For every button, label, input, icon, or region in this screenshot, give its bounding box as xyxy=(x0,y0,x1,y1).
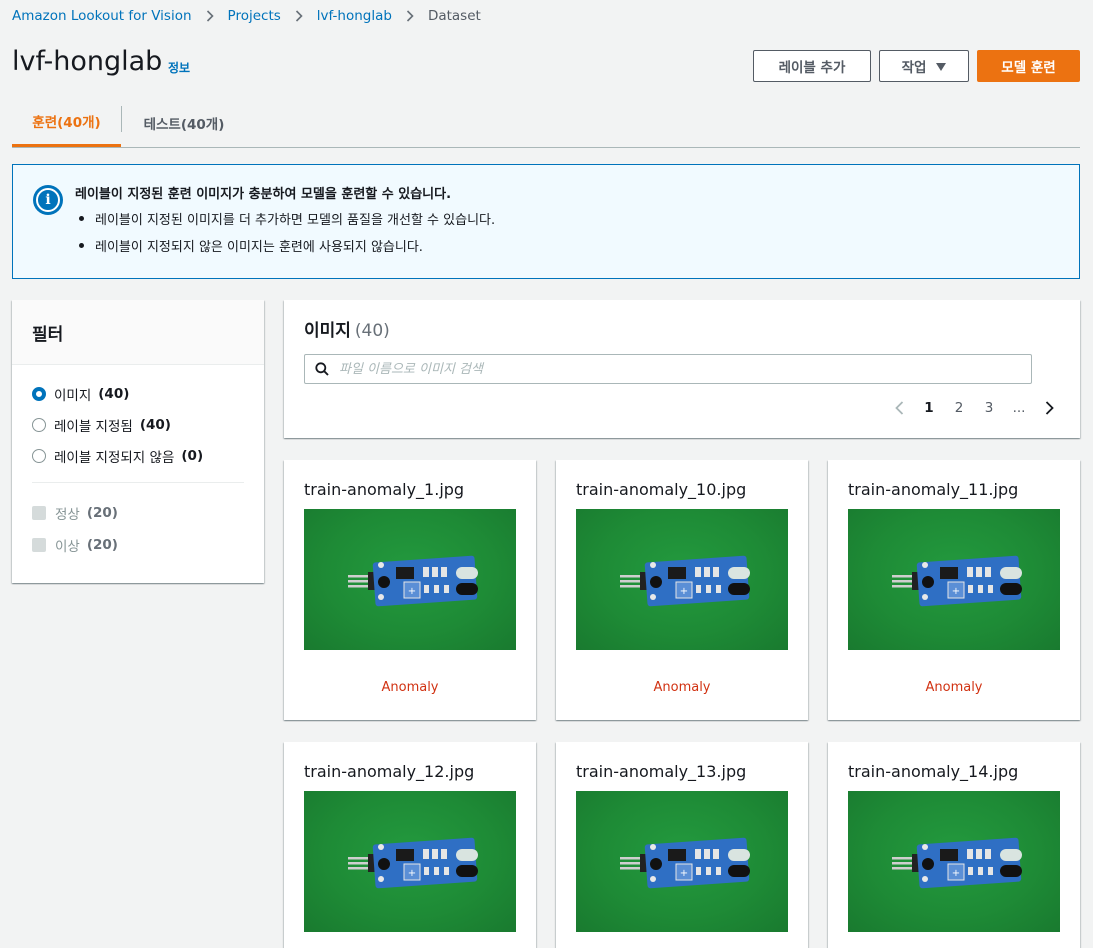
filter-radio-count: (40) xyxy=(139,417,171,433)
search-box xyxy=(304,354,1032,384)
search-icon xyxy=(315,362,329,376)
page-button-2[interactable]: 2 xyxy=(944,400,974,416)
svg-text:+: + xyxy=(408,586,416,597)
image-thumbnail: + xyxy=(304,791,516,932)
image-thumbnail: + xyxy=(576,509,788,650)
image-filename: train-anomaly_14.jpg xyxy=(848,762,1019,781)
radio-button[interactable] xyxy=(32,418,46,432)
breadcrumb-lookout-for-vision[interactable]: Amazon Lookout for Vision xyxy=(12,8,192,24)
train-model-button[interactable]: 모델 훈련 xyxy=(977,50,1080,82)
actions-dropdown-button[interactable]: 작업 xyxy=(879,50,969,82)
add-label-button[interactable]: 레이블 추가 xyxy=(753,50,871,82)
chevron-left-icon[interactable] xyxy=(884,398,914,418)
tab-list: 훈련(40개) 테스트(40개) xyxy=(12,98,1080,148)
actions-button-label: 작업 xyxy=(901,60,927,76)
breadcrumb: Amazon Lookout for Vision Projects lvf-h… xyxy=(12,8,481,24)
alert-list-item: 레이블이 지정된 이미지를 더 추가하면 모델의 품질을 개선할 수 있습니다. xyxy=(75,209,495,236)
breadcrumb-current: Dataset xyxy=(427,8,481,24)
anomaly-label: Anomaly xyxy=(925,680,983,695)
caret-down-icon xyxy=(936,62,947,71)
images-title: 이미지 xyxy=(304,321,351,341)
filter-radio-label: 이미지 xyxy=(54,388,92,404)
checkbox[interactable] xyxy=(32,538,46,552)
info-icon: i xyxy=(33,185,63,215)
filter-checkbox-label: 이상 xyxy=(55,539,80,555)
anomaly-label: Anomaly xyxy=(381,680,439,695)
chevron-right-icon[interactable] xyxy=(1034,398,1064,418)
pagination: 1 2 3 ... xyxy=(884,398,1064,418)
image-filename: train-anomaly_11.jpg xyxy=(848,480,1019,499)
image-thumbnail: + xyxy=(304,509,516,650)
breadcrumb-projects[interactable]: Projects xyxy=(228,8,281,24)
train-model-button-label: 모델 훈련 xyxy=(1001,60,1056,76)
image-card[interactable]: train-anomaly_13.jpg + xyxy=(556,742,808,948)
image-card[interactable]: train-anomaly_1.jpg + Anomaly xyxy=(284,460,536,720)
alert-list-item: 레이블이 지정되지 않은 이미지는 훈련에 사용되지 않습니다. xyxy=(75,236,495,263)
anomaly-label: Anomaly xyxy=(653,680,711,695)
image-filename: train-anomaly_12.jpg xyxy=(304,762,475,781)
search-input[interactable] xyxy=(339,361,979,377)
filter-checkbox-label: 정상 xyxy=(55,507,80,523)
checkbox[interactable] xyxy=(32,506,46,520)
images-panel: 이미지(40) 1 2 3 ... xyxy=(284,300,1080,438)
filter-divider xyxy=(32,482,244,483)
filter-radio-label: 레이블 지정됨 xyxy=(54,419,133,435)
image-thumbnail: + xyxy=(848,509,1060,650)
svg-text:+: + xyxy=(680,868,688,879)
chevron-right-icon xyxy=(192,10,228,22)
images-heading: 이미지 (40) xyxy=(304,316,390,341)
filter-checkbox-count: (20) xyxy=(86,505,118,521)
info-alert: i 레이블이 지정된 훈련 이미지가 충분하여 모델을 훈련할 수 있습니다. … xyxy=(12,164,1080,279)
page-title: lvf-honglab xyxy=(12,46,163,77)
chevron-right-icon xyxy=(281,10,317,22)
filter-title: 필터 xyxy=(12,300,264,365)
filter-radio-unlabeled[interactable]: 레이블 지정되지 않음 (0) xyxy=(32,446,203,466)
tab-training[interactable]: 훈련(40개) xyxy=(12,98,121,147)
filter-radio-count: (0) xyxy=(181,448,204,464)
image-card[interactable]: train-anomaly_11.jpg + Anomaly xyxy=(828,460,1080,720)
images-count: (40) xyxy=(354,321,390,341)
alert-title: 레이블이 지정된 훈련 이미지가 충분하여 모델을 훈련할 수 있습니다. xyxy=(75,187,452,202)
filter-checkbox-anomaly[interactable]: 이상 (20) xyxy=(32,535,118,555)
chevron-right-icon xyxy=(392,10,428,22)
svg-text:+: + xyxy=(408,868,416,879)
image-card[interactable]: train-anomaly_12.jpg + xyxy=(284,742,536,948)
filter-radio-label: 레이블 지정되지 않음 xyxy=(54,450,175,466)
svg-text:+: + xyxy=(952,868,960,879)
filter-radio-labeled[interactable]: 레이블 지정됨 (40) xyxy=(32,415,171,435)
page-button-1[interactable]: 1 xyxy=(914,400,944,416)
radio-button[interactable] xyxy=(32,387,46,401)
svg-text:+: + xyxy=(952,586,960,597)
page-button-3[interactable]: 3 xyxy=(974,400,1004,416)
tab-test[interactable]: 테스트(40개) xyxy=(122,98,246,147)
image-card[interactable]: train-anomaly_10.jpg + Anomaly xyxy=(556,460,808,720)
filter-panel: 필터 이미지 (40) 레이블 지정됨 (40) 레이블 지정되지 않음 (0)… xyxy=(12,300,264,583)
info-link[interactable]: 정보 xyxy=(168,59,190,76)
filter-checkbox-count: (20) xyxy=(86,537,118,553)
image-thumbnail: + xyxy=(848,791,1060,932)
filter-checkbox-normal[interactable]: 정상 (20) xyxy=(32,503,118,523)
svg-text:+: + xyxy=(680,586,688,597)
filter-radio-images[interactable]: 이미지 (40) xyxy=(32,384,129,404)
breadcrumb-project-name[interactable]: lvf-honglab xyxy=(317,8,392,24)
page-ellipsis: ... xyxy=(1012,400,1026,416)
image-thumbnail: + xyxy=(576,791,788,932)
image-filename: train-anomaly_1.jpg xyxy=(304,480,465,499)
add-label-button-label: 레이블 추가 xyxy=(778,60,846,76)
alert-list: 레이블이 지정된 이미지를 더 추가하면 모델의 품질을 개선할 수 있습니다.… xyxy=(75,209,495,263)
image-card[interactable]: train-anomaly_14.jpg + xyxy=(828,742,1080,948)
filter-radio-count: (40) xyxy=(98,386,130,402)
image-filename: train-anomaly_10.jpg xyxy=(576,480,747,499)
radio-button[interactable] xyxy=(32,449,46,463)
image-filename: train-anomaly_13.jpg xyxy=(576,762,747,781)
